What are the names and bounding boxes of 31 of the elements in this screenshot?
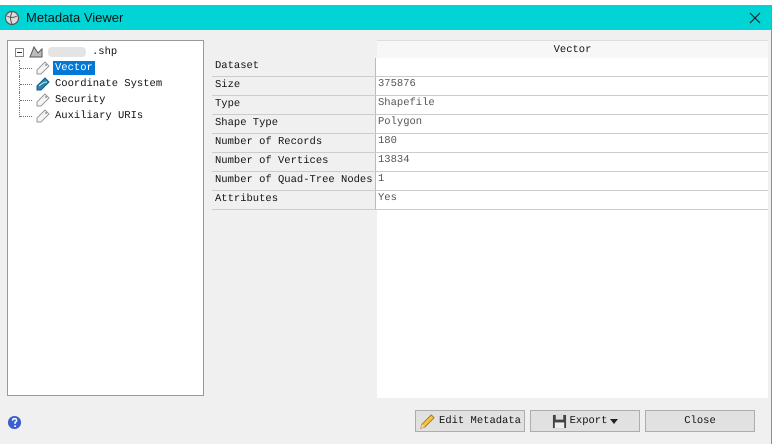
property-name: Type	[212, 96, 376, 114]
property-value: Shapefile	[376, 96, 768, 114]
column-header: Vector	[377, 40, 768, 58]
pencil-icon	[419, 412, 436, 430]
property-value: Polygon	[376, 115, 768, 133]
tree-item[interactable]: Auxiliary URIs	[53, 109, 146, 123]
window-title: Metadata Viewer	[26, 10, 124, 25]
edit-button[interactable]: Edit Metadata	[415, 410, 525, 432]
export-button[interactable]: Export	[530, 410, 640, 432]
property-name: Size	[212, 77, 376, 95]
close-icon[interactable]	[749, 12, 761, 24]
property-value: Yes	[376, 191, 768, 209]
property-name: Shape Type	[212, 115, 376, 133]
property-name: Attributes	[212, 191, 376, 209]
tag-icon	[35, 60, 51, 76]
caret-icon	[610, 418, 618, 424]
tree-item[interactable]: .shp	[90, 45, 120, 59]
tree-item[interactable]: Coordinate System	[53, 77, 164, 91]
layer-icon	[28, 44, 44, 60]
property-value: 180	[376, 134, 768, 152]
help-icon[interactable]	[7, 415, 22, 430]
property-value: 1	[376, 172, 768, 190]
tree-item[interactable]: Security	[53, 93, 108, 107]
tree-item[interactable]: Vector	[53, 61, 95, 75]
close-button[interactable]: Close	[645, 410, 755, 432]
property-value: 375876	[376, 77, 768, 95]
collapse-icon[interactable]	[15, 48, 24, 56]
tag-icon	[35, 108, 51, 124]
property-value: 13834	[376, 153, 768, 171]
tag-icon	[35, 92, 51, 108]
blurred-area	[48, 47, 86, 57]
